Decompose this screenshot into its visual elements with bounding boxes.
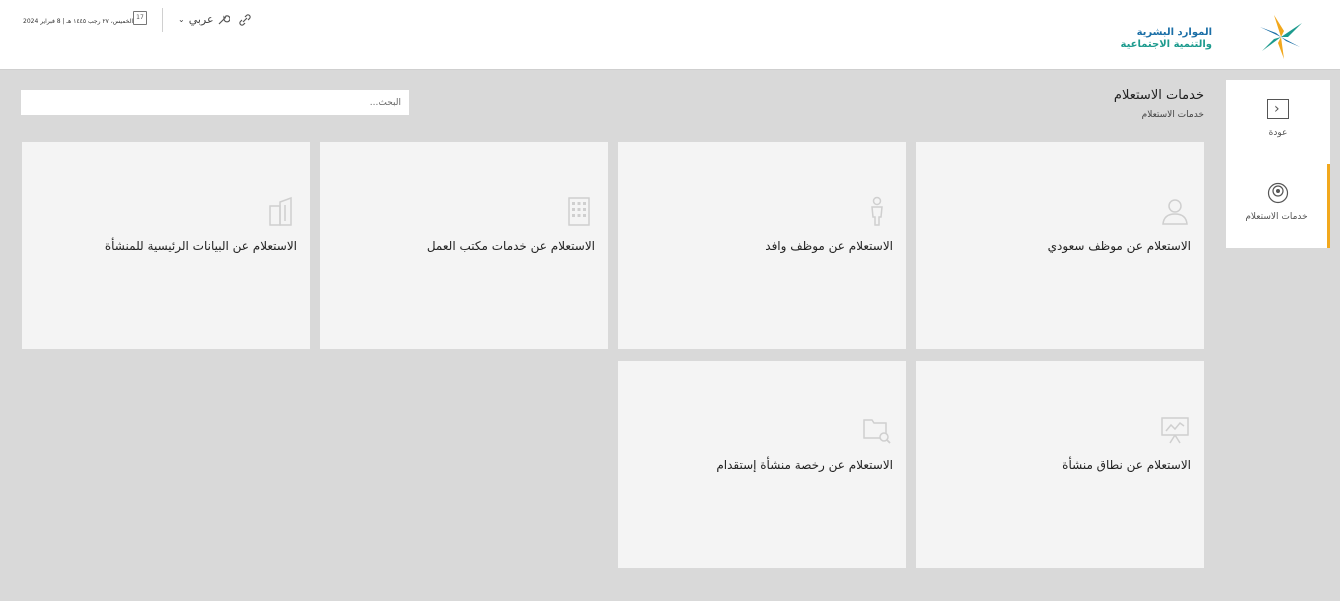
chevron-down-icon: ⌄	[178, 15, 185, 24]
sidebar-item-back[interactable]: › عودة	[1226, 80, 1330, 164]
page-title: خدمات الاستعلام	[1113, 88, 1204, 103]
logo-line-1: الموارد البشرية	[1136, 27, 1212, 38]
side-panel: › عودة خدمات الاستعلام	[1226, 80, 1330, 248]
card-title: الاستعلام عن موظف وافد	[765, 239, 893, 253]
calendar-icon[interactable]: 17	[133, 11, 147, 25]
card-recruitment-license[interactable]: الاستعلام عن رخصة منشأة إستقدام	[618, 361, 906, 568]
top-bar: الموارد البشرية والتنمية الاجتماعية الخم…	[0, 0, 1340, 70]
link-icon[interactable]	[238, 13, 252, 27]
card-establishment-main-data[interactable]: الاستعلام عن البيانات الرئيسية للمنشأة	[22, 142, 310, 349]
inquiry-icon	[1267, 182, 1289, 204]
buildings-icon	[269, 196, 292, 226]
language-selector[interactable]: ⌄ عربي	[178, 13, 214, 26]
logo-line-2: والتنمية الاجتماعية	[1120, 39, 1213, 50]
card-labor-office-services[interactable]: الاستعلام عن خدمات مكتب العمل	[320, 142, 608, 349]
sidebar-item-inquiry-services[interactable]: خدمات الاستعلام	[1226, 164, 1330, 248]
card-title: الاستعلام عن رخصة منشأة إستقدام	[716, 458, 893, 472]
user-icon	[1162, 199, 1188, 225]
card-title: الاستعلام عن نطاق منشأة	[1062, 458, 1191, 472]
language-label: عربي	[188, 13, 214, 26]
sidebar-item-label: خدمات الاستعلام	[1245, 212, 1308, 222]
presentation-chart-icon	[1161, 417, 1189, 444]
chevron-left-icon: ›	[1267, 99, 1289, 119]
card-title: الاستعلام عن موظف سعودي	[1047, 239, 1191, 253]
wrench-icon[interactable]	[216, 13, 230, 27]
card-saudi-employee[interactable]: الاستعلام عن موظف سعودي	[916, 142, 1204, 349]
logo-star-icon	[1260, 15, 1302, 59]
person-icon	[871, 196, 883, 226]
card-title: الاستعلام عن خدمات مكتب العمل	[426, 239, 595, 253]
sidebar-item-label: عودة	[1268, 128, 1288, 138]
card-expat-employee[interactable]: الاستعلام عن موظف وافد	[618, 142, 906, 349]
logo-text: الموارد البشرية والتنمية الاجتماعية	[1121, 27, 1213, 51]
folder-search-icon	[863, 419, 891, 444]
breadcrumb[interactable]: خدمات الاستعلام	[1000, 110, 1204, 120]
search-input[interactable]	[21, 90, 409, 115]
card-establishment-range[interactable]: الاستعلام عن نطاق منشأة	[916, 361, 1204, 568]
ministry-logo[interactable]: الموارد البشرية والتنمية الاجتماعية	[1121, 13, 1306, 61]
building-icon	[568, 197, 590, 226]
divider	[162, 8, 163, 32]
date-display: الخميس، ٢٧ رجب ١٤٤٥ هـ | 8 فبراير 2024	[23, 18, 134, 25]
card-title: الاستعلام عن البيانات الرئيسية للمنشأة	[104, 239, 297, 253]
